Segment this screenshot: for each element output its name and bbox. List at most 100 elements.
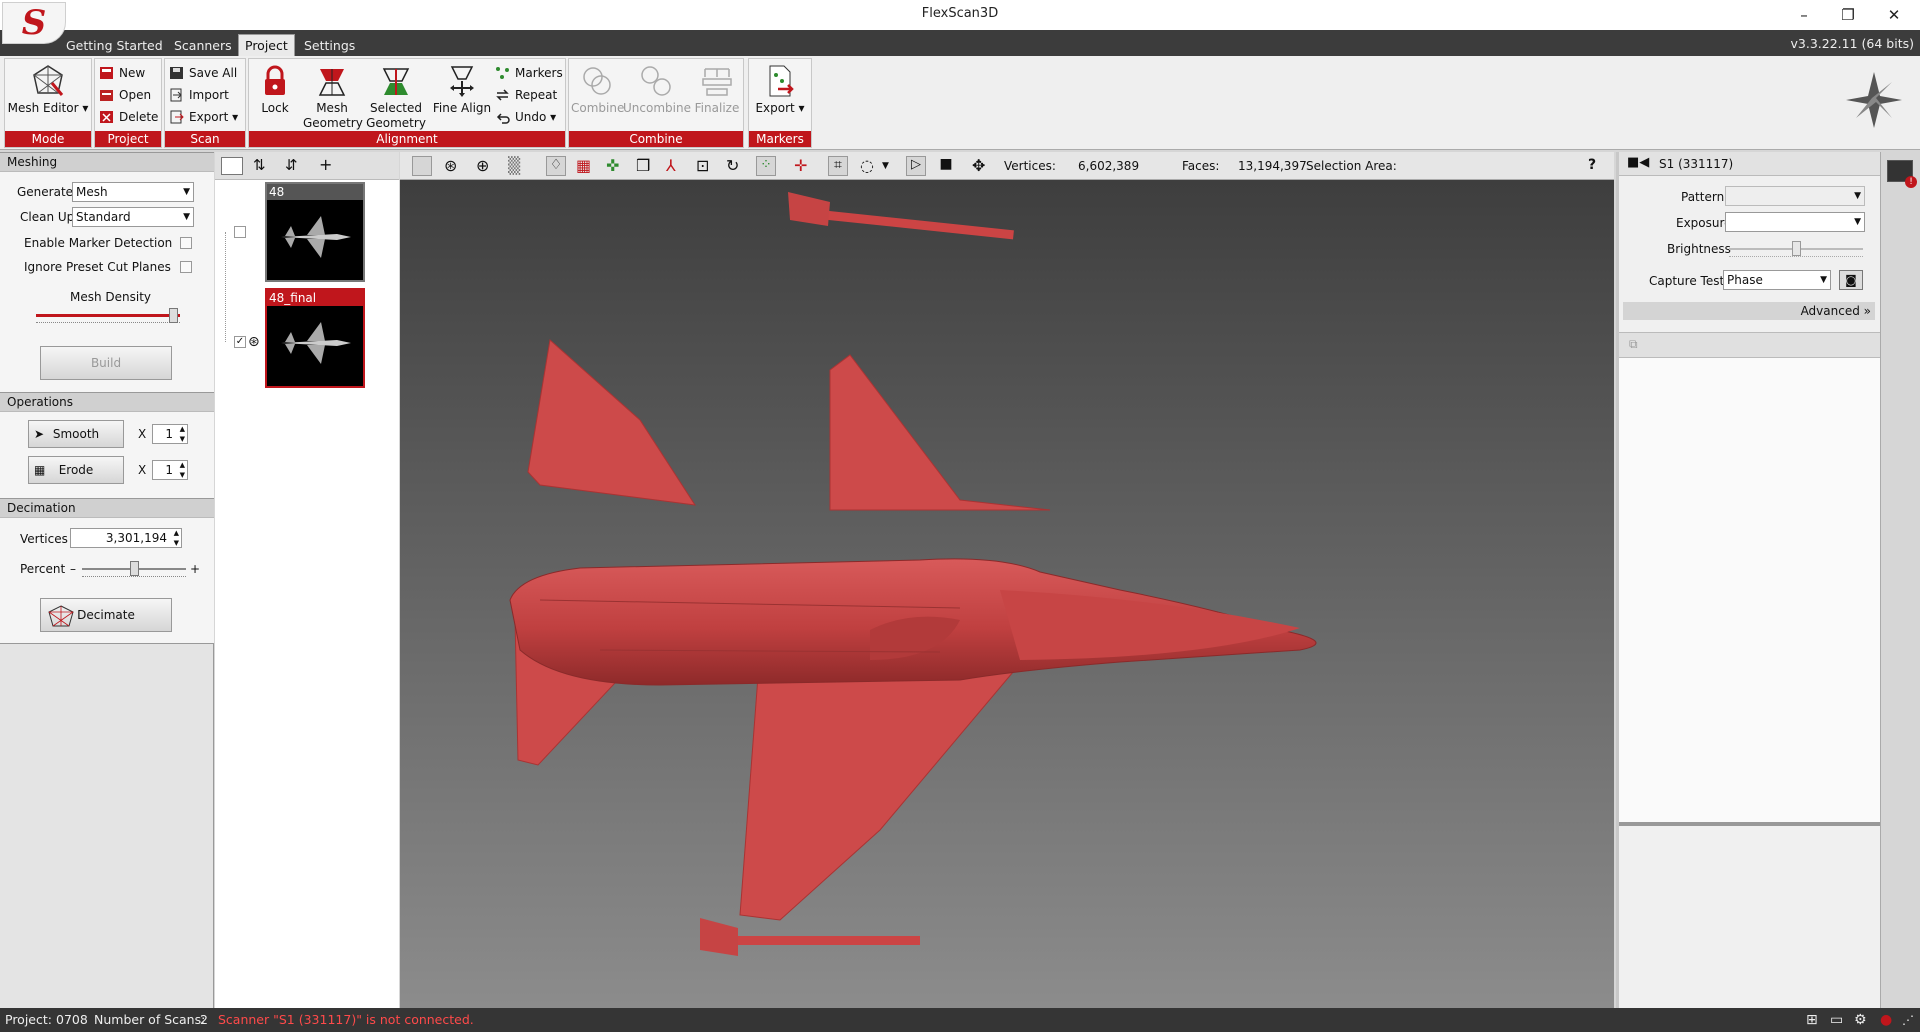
- delete-project-button[interactable]: Delete: [97, 107, 158, 127]
- combine-button[interactable]: Combine: [571, 61, 624, 116]
- viewport-toolbar: ⊛ ⊕ ▒ ♢ ▦ ✜ ❒ ⅄ ⊡ ↻ ⁘ ✛ ⌗ ◌ ▼ ▷ ■ ✥ Vert…: [400, 152, 1614, 180]
- tree-item-48-final[interactable]: 48_final: [265, 288, 365, 388]
- bounding-box-icon[interactable]: ⊡: [696, 156, 716, 176]
- 3d-viewport[interactable]: [400, 180, 1614, 1008]
- ignore-cut-planes-checkbox[interactable]: [180, 261, 192, 273]
- decimation-vertices-spinner[interactable]: 3,301,194 ▲ ▼: [70, 528, 182, 548]
- pattern-select[interactable]: ▼: [1725, 186, 1865, 206]
- help-button[interactable]: ?: [1588, 157, 1596, 173]
- percent-slider[interactable]: [130, 561, 139, 576]
- mesh-geometry-label-2: Geometry: [303, 116, 363, 130]
- fine-align-button[interactable]: Fine Align: [431, 61, 493, 116]
- exposure-select[interactable]: ▼: [1725, 212, 1865, 232]
- tab-settings[interactable]: Settings: [298, 36, 361, 56]
- marker-detection-checkbox[interactable]: [180, 237, 192, 249]
- restore-button[interactable]: ❐: [1830, 4, 1866, 26]
- advanced-toggle[interactable]: Advanced »: [1623, 302, 1875, 320]
- crosshair-icon[interactable]: ✛: [794, 156, 814, 176]
- light-bulb-icon[interactable]: ♢: [546, 156, 566, 176]
- view-wire-icon[interactable]: ⊕: [476, 156, 496, 176]
- panel-splitter[interactable]: [1619, 822, 1880, 826]
- circle-select-icon[interactable]: ◌: [860, 156, 880, 176]
- percent-plus[interactable]: +: [190, 562, 200, 576]
- brightness-slider[interactable]: [1792, 241, 1801, 256]
- mesh-editor-button[interactable]: Mesh Editor ▾: [7, 61, 89, 116]
- pan-icon[interactable]: ✥: [972, 156, 992, 176]
- rotate-icon[interactable]: ↻: [726, 156, 746, 176]
- smooth-count-spinner[interactable]: 1 ▲ ▼: [152, 424, 188, 444]
- markers-align-button[interactable]: Markers: [493, 63, 563, 83]
- tab-project[interactable]: Project: [238, 34, 295, 56]
- add-scan-button[interactable]: +: [319, 155, 332, 174]
- exposure-label: Exposure: [1676, 216, 1732, 230]
- fine-align-icon: [450, 66, 474, 97]
- view-solid-icon[interactable]: ⊛: [444, 156, 464, 176]
- sort-ascending-icon[interactable]: ⇅: [253, 156, 266, 174]
- mesh-mode-icon[interactable]: [412, 156, 432, 176]
- mesh-density-track: [36, 314, 180, 317]
- scanner-tray-icon[interactable]: ⊞: [1806, 1008, 1818, 1032]
- erode-count-spinner[interactable]: 1 ▲ ▼: [152, 460, 188, 480]
- stop-icon[interactable]: ■: [936, 156, 956, 176]
- close-button[interactable]: ✕: [1876, 4, 1912, 26]
- copy-icon[interactable]: ⧉: [1629, 337, 1638, 352]
- chevron-down-icon[interactable]: ▼: [882, 161, 902, 181]
- color-grid-icon[interactable]: ▦: [576, 156, 596, 176]
- chevron-down-icon: ▼: [183, 187, 190, 197]
- decimate-button[interactable]: Decimate: [40, 598, 172, 632]
- markers-export-button[interactable]: Export ▾: [751, 61, 809, 116]
- erode-button[interactable]: ▦ Erode: [28, 456, 124, 484]
- select-points-icon[interactable]: ⁘: [756, 156, 776, 176]
- view-points-icon[interactable]: ▒: [508, 156, 528, 176]
- cube-icon[interactable]: ❒: [636, 156, 656, 176]
- mesh-density-slider[interactable]: [168, 308, 178, 323]
- erode-label: Erode: [58, 463, 94, 477]
- app-logo[interactable]: S: [2, 2, 66, 44]
- settings-gear-icon[interactable]: ⚙: [1854, 1008, 1867, 1032]
- ignore-cut-planes-label: Ignore Preset Cut Planes: [24, 260, 171, 274]
- axes-icon[interactable]: ⅄: [666, 156, 686, 176]
- finalize-button[interactable]: Finalize: [693, 61, 741, 116]
- lock-button[interactable]: Lock: [255, 61, 295, 116]
- mesh-geometry-button[interactable]: Mesh Geometry: [303, 61, 363, 131]
- new-project-button[interactable]: New: [97, 63, 145, 83]
- percent-minus[interactable]: –: [70, 562, 76, 576]
- build-button[interactable]: Build: [40, 346, 172, 380]
- left-tool-panel: Meshing Generate Mesh ▼ Clean Up Standard…: [0, 152, 214, 1008]
- lasso-select-icon[interactable]: ⌗: [828, 156, 848, 176]
- markers-export-label: Export ▾: [755, 101, 805, 115]
- thumbnail-view-icon[interactable]: [221, 157, 243, 175]
- smooth-button[interactable]: ➤ Smooth: [28, 420, 124, 448]
- tree-item-48[interactable]: 48: [265, 182, 365, 282]
- import-button[interactable]: Import: [167, 85, 229, 105]
- status-message[interactable]: Scanner "S1 (331117)" is not connected.: [218, 1008, 474, 1032]
- sort-descending-icon[interactable]: ⇵: [285, 156, 298, 174]
- uncombine-button[interactable]: Uncombine: [623, 61, 691, 116]
- minimize-button[interactable]: –: [1786, 4, 1822, 26]
- lower-missile: [730, 936, 920, 945]
- markers-label: Markers: [515, 66, 563, 80]
- undo-button[interactable]: Undo ▾: [493, 107, 556, 127]
- tree-toolbar: ⇅ ⇵ +: [215, 152, 399, 180]
- status-project-label: Project:: [5, 1012, 52, 1027]
- console-tray-icon[interactable]: ▭: [1830, 1008, 1843, 1032]
- open-project-button[interactable]: Open: [97, 85, 151, 105]
- alert-tray-icon[interactable]: ●: [1880, 1008, 1892, 1032]
- repeat-icon: [496, 89, 509, 101]
- tab-scanners[interactable]: Scanners: [168, 36, 238, 56]
- scan-export-button[interactable]: Export ▾: [167, 107, 238, 127]
- cleanup-label: Clean Up: [20, 210, 75, 224]
- save-all-button[interactable]: Save All: [167, 63, 237, 83]
- tree-checkbox-48-final[interactable]: ✓: [234, 336, 246, 348]
- move-target-icon[interactable]: ✜: [606, 156, 626, 176]
- tree-checkbox-48[interactable]: [234, 226, 246, 238]
- cleanup-select[interactable]: Standard ▼: [72, 207, 194, 227]
- generate-select[interactable]: Mesh ▼: [72, 182, 194, 202]
- play-icon[interactable]: ▷: [906, 156, 926, 176]
- capture-test-select[interactable]: Phase ▼: [1723, 270, 1831, 290]
- selected-geometry-button[interactable]: Selected Geometry: [365, 61, 427, 131]
- repeat-button[interactable]: Repeat: [493, 85, 557, 105]
- tree-item-label: 48: [267, 184, 363, 200]
- capture-test-button[interactable]: ◙: [1839, 270, 1863, 290]
- tab-getting-started[interactable]: Getting Started: [60, 36, 169, 56]
